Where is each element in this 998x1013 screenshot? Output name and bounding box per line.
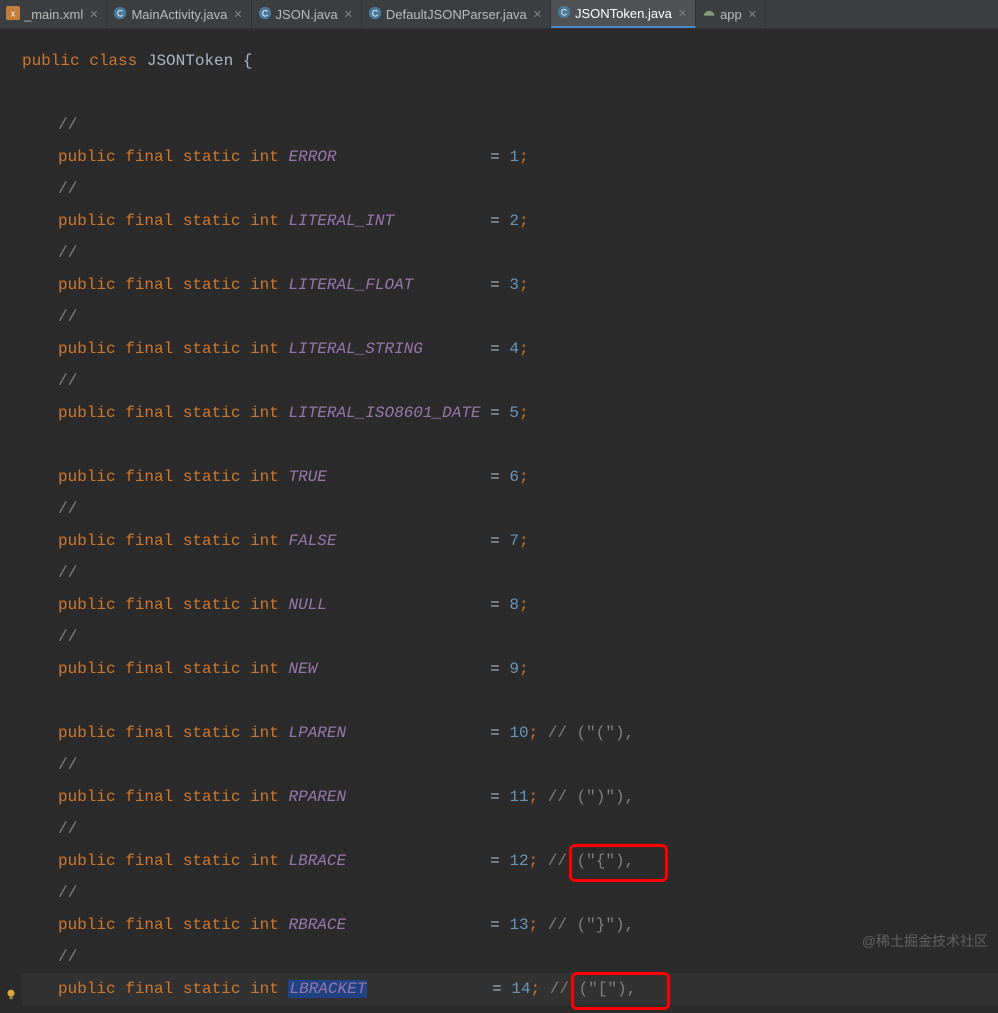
line-comment: ("["), bbox=[579, 980, 637, 998]
tab--main-xml[interactable]: x _main.xml ✕ bbox=[0, 0, 107, 28]
svg-text:C: C bbox=[261, 8, 267, 18]
tab-label: _main.xml bbox=[24, 7, 83, 22]
code-line: // bbox=[22, 301, 998, 333]
tab-jsontoken-java[interactable]: C JSONToken.java ✕ bbox=[551, 0, 696, 28]
close-icon[interactable]: ✕ bbox=[748, 8, 757, 21]
class-icon: C bbox=[113, 6, 127, 23]
svg-text:C: C bbox=[561, 7, 567, 17]
line-comment: ("("), bbox=[577, 724, 635, 742]
code-line: public final static int FALSE = 7; bbox=[22, 525, 998, 557]
code-line: // bbox=[22, 749, 998, 781]
close-icon[interactable]: ✕ bbox=[344, 8, 353, 21]
svg-text:C: C bbox=[372, 8, 378, 18]
code-line: // bbox=[22, 493, 998, 525]
close-icon[interactable]: ✕ bbox=[233, 8, 242, 21]
class-icon: C bbox=[368, 6, 382, 23]
tab-label: DefaultJSONParser.java bbox=[386, 7, 527, 22]
code-line: // bbox=[22, 557, 998, 589]
intention-bulb-icon[interactable] bbox=[4, 981, 18, 995]
code-line: // bbox=[22, 621, 998, 653]
code-line: public final static int LBRACKET = 14; /… bbox=[22, 973, 998, 1005]
code-line bbox=[22, 429, 998, 461]
tab-label: app bbox=[720, 7, 742, 22]
code-line: public final static int LITERAL_INT = 2; bbox=[22, 205, 998, 237]
line-comment: (")"), bbox=[577, 788, 635, 806]
code-line: public final static int ERROR = 1; bbox=[22, 141, 998, 173]
code-line: public final static int RPAREN = 11; // … bbox=[22, 781, 998, 813]
line-comment: ("{"), bbox=[577, 852, 635, 870]
svg-text:C: C bbox=[117, 8, 123, 18]
code-line: public final static int LPAREN = 10; // … bbox=[22, 717, 998, 749]
close-icon[interactable]: ✕ bbox=[678, 7, 687, 20]
code-line: public class JSONToken { bbox=[22, 45, 998, 77]
code-line: // bbox=[22, 173, 998, 205]
close-icon[interactable]: ✕ bbox=[89, 8, 98, 21]
code-line: // bbox=[22, 109, 998, 141]
close-icon[interactable]: ✕ bbox=[533, 8, 542, 21]
code-line: // bbox=[22, 365, 998, 397]
editor-tabs: x _main.xml ✕ C MainActivity.java ✕ C JSON.java… bbox=[0, 0, 998, 29]
code-line: public final static int NULL = 8; bbox=[22, 589, 998, 621]
gradle-icon bbox=[702, 6, 716, 23]
line-comment: ("}"), bbox=[577, 916, 635, 934]
code-line: public final static int NEW = 9; bbox=[22, 653, 998, 685]
tab-app[interactable]: app ✕ bbox=[696, 0, 766, 28]
tab-defaultjsonparser-java[interactable]: C DefaultJSONParser.java ✕ bbox=[362, 0, 551, 28]
tab-label: MainActivity.java bbox=[131, 7, 227, 22]
code-line: // bbox=[22, 877, 998, 909]
code-editor[interactable]: public class JSONToken { //public final … bbox=[0, 29, 998, 1005]
code-line: public final static int LITERAL_STRING =… bbox=[22, 333, 998, 365]
code-line bbox=[22, 685, 998, 717]
tab-label: JSON.java bbox=[276, 7, 338, 22]
tab-label: JSONToken.java bbox=[575, 6, 672, 21]
code-line: public final static int LITERAL_ISO8601_… bbox=[22, 397, 998, 429]
code-line: // bbox=[22, 813, 998, 845]
code-line: public final static int LBRACE = 12; // … bbox=[22, 845, 998, 877]
code-line: // bbox=[22, 237, 998, 269]
class-icon: C bbox=[258, 6, 272, 23]
code-line: public final static int LITERAL_FLOAT = … bbox=[22, 269, 998, 301]
tab-mainactivity-java[interactable]: C MainActivity.java ✕ bbox=[107, 0, 251, 28]
selection: LBRACKET bbox=[288, 980, 367, 998]
code-line: public final static int TRUE = 6; bbox=[22, 461, 998, 493]
code-line bbox=[22, 77, 998, 109]
tab-json-java[interactable]: C JSON.java ✕ bbox=[252, 0, 362, 28]
svg-text:x: x bbox=[11, 8, 16, 18]
xml-icon: x bbox=[6, 6, 20, 23]
code-line: // bbox=[22, 941, 998, 973]
class-icon: C bbox=[557, 5, 571, 22]
code-line: public final static int RBRACE = 13; // … bbox=[22, 909, 998, 941]
watermark: @稀土掘金技术社区 bbox=[862, 931, 988, 951]
